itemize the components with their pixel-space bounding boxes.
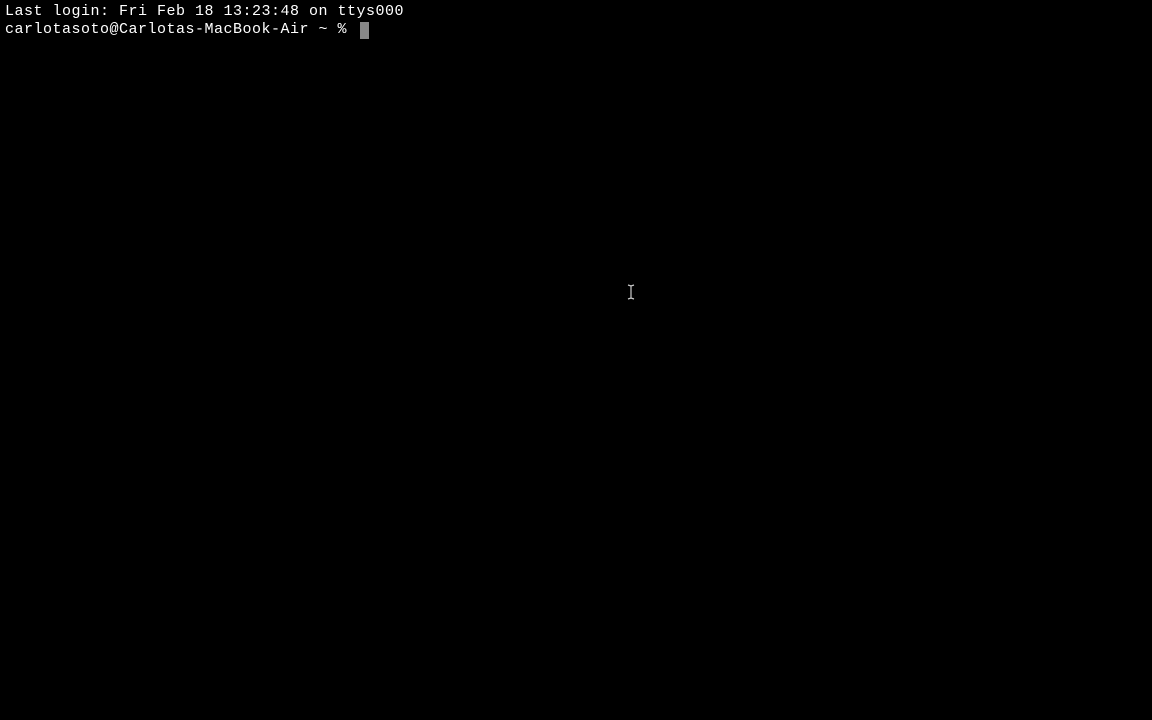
shell-prompt-line[interactable]: carlotasoto@Carlotas-MacBook-Air ~ % xyxy=(5,21,1147,39)
shell-prompt-text: carlotasoto@Carlotas-MacBook-Air ~ % xyxy=(5,21,357,39)
text-caret-icon xyxy=(627,284,635,306)
last-login-message: Last login: Fri Feb 18 13:23:48 on ttys0… xyxy=(5,3,1147,21)
block-cursor-icon xyxy=(360,22,369,39)
